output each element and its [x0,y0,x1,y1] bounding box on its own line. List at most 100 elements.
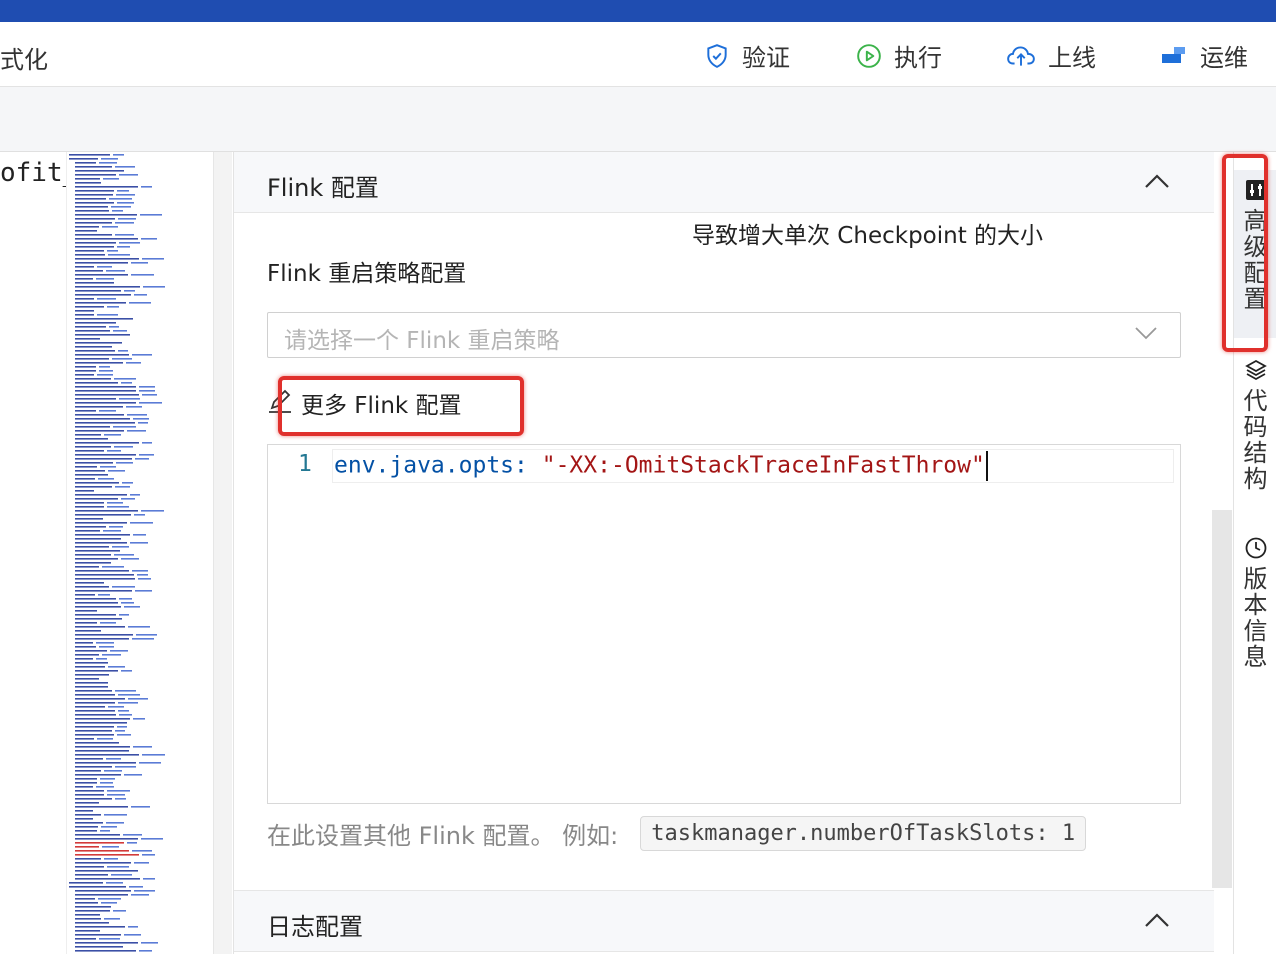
minimap-line [75,450,104,452]
minimap-type [118,218,136,220]
minimap-type [127,430,146,432]
minimap-line [75,230,97,232]
minimap-line [75,466,97,468]
code-minimap[interactable] [67,152,214,954]
minimap-line [75,678,99,680]
minimap-type [118,694,140,696]
minimap-type [97,266,112,268]
minimap-line [75,598,116,600]
minimap-line [75,322,116,324]
minimap-line [75,850,129,852]
minimap-type [98,898,121,900]
panel-scrollbar[interactable] [1212,510,1232,888]
minimap-line [75,330,110,332]
minimap-line [75,474,108,476]
minimap-line [75,342,122,344]
minimap-type [112,210,123,212]
minimap-line [75,822,103,824]
minimap-line [75,710,115,712]
minimap-type [115,690,136,692]
minimap-line [75,502,104,504]
flink-config-header[interactable]: Flink 配置 [234,152,1214,213]
minimap-type [114,446,133,448]
minimap-type [140,214,162,216]
rail-label-code-structure: 代码结构 [1243,387,1268,493]
minimap-line [75,638,129,640]
minimap-type [109,198,132,200]
minimap-type [137,574,148,576]
minimap-line [75,814,101,816]
restart-strategy-placeholder: 请选择一个 Flink 重启策略 [284,328,560,354]
minimap-type [132,850,152,852]
minimap-type [99,366,110,368]
flink-config-code-editor[interactable]: 1 env.java.opts: "-XX:-OmitStackTraceInF… [267,444,1181,804]
minimap-line [75,186,138,188]
minimap-type [102,566,124,568]
minimap-type [131,262,148,264]
minimap-type [126,406,142,408]
splitter[interactable] [214,152,232,954]
minimap-line [75,506,104,508]
minimap-line [75,726,114,728]
minimap-line [75,910,110,912]
chevron-up-icon[interactable] [1144,172,1170,194]
minimap-line [75,234,112,236]
minimap-type [139,402,162,404]
minimap-type [106,822,124,824]
minimap-type [121,498,135,500]
minimap-line [75,614,116,616]
minimap-line [75,706,105,708]
minimap-line [75,898,95,900]
sql-editor[interactable]: ofit_ [0,152,67,954]
rail-item-code-structure[interactable]: 代码结构 [1234,358,1276,492]
minimap-line [75,934,121,936]
minimap-type [142,394,157,396]
run-button[interactable]: 执行 [856,38,942,73]
minimap-line [75,670,118,672]
minimap-type [143,878,155,880]
minimap-type [113,426,136,428]
minimap-type [133,534,146,536]
minimap-line [75,594,95,596]
minimap-line [75,250,104,252]
minimap-line [75,290,121,292]
minimap-type [139,950,152,952]
minimap-type [141,510,164,512]
validate-button[interactable]: 验证 [704,38,790,73]
minimap-line [75,314,94,316]
minimap-type [119,242,140,244]
config-hint: 在此设置其他 Flink 配置。 例如: taskmanager.numberO… [267,816,1087,851]
publish-button[interactable]: 上线 [1006,38,1096,73]
ops-button[interactable]: 运维 [1160,38,1248,73]
minimap-type [118,350,128,352]
minimap-line [75,586,109,588]
minimap-type [142,854,155,856]
minimap-type [99,410,116,412]
minimap-type [128,698,148,700]
rail-item-version-info[interactable]: 版本信息 [1234,536,1276,670]
minimap-line [75,758,103,760]
minimap-line [75,718,130,720]
minimap-line [75,258,139,260]
minimap-line [75,558,118,560]
minimap-line [75,938,96,940]
minimap-line [75,386,136,388]
minimap-type [128,926,138,928]
chevron-up-icon[interactable] [1144,911,1170,933]
minimap-type [130,494,140,496]
minimap-line [75,282,114,284]
minimap-type [119,598,132,600]
minimap-type [139,762,161,764]
minimap-type [117,726,127,728]
format-button-label[interactable]: 式化 [0,40,48,75]
minimap-line [75,358,109,360]
minimap-type [134,890,155,892]
minimap-type [104,858,118,860]
minimap-line [75,890,131,892]
minimap-line [75,834,120,836]
minimap-line [75,242,116,244]
minimap-line [75,526,106,528]
minimap-line [75,630,101,632]
restart-strategy-select[interactable]: 请选择一个 Flink 重启策略 [267,312,1181,358]
log-config-header[interactable]: 日志配置 [234,890,1214,952]
